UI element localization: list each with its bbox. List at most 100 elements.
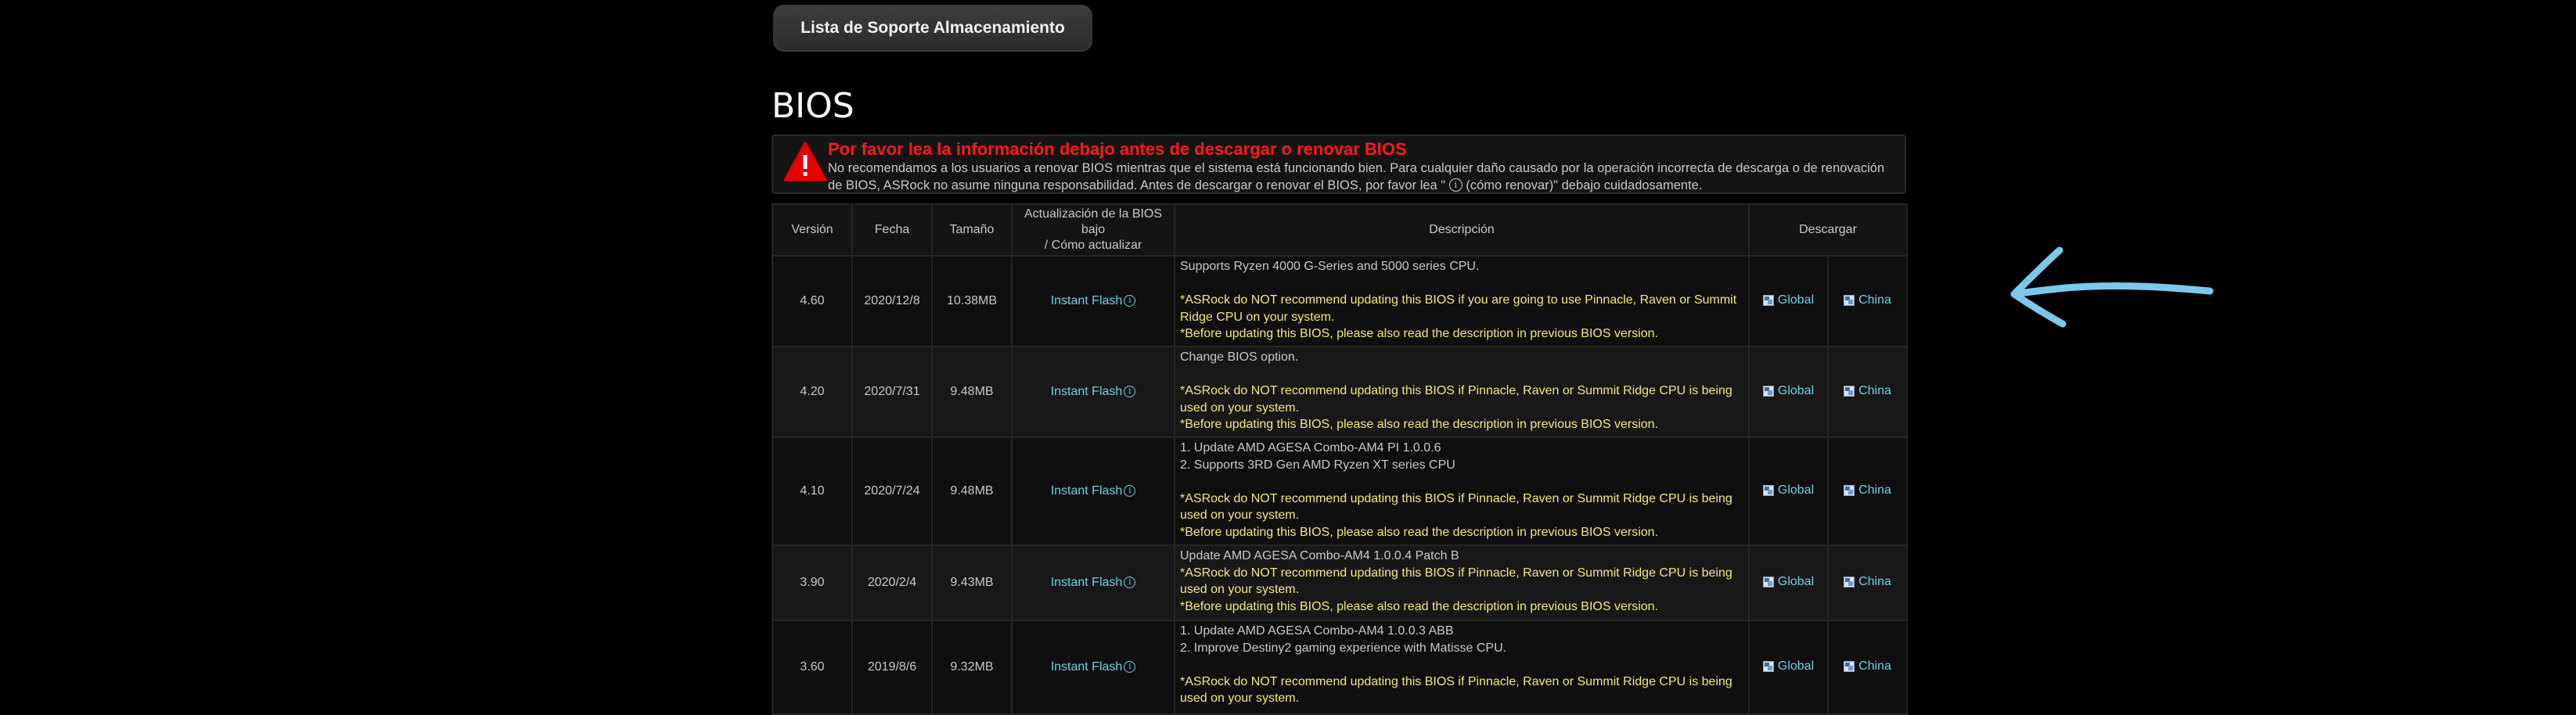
download-china-link[interactable]: China bbox=[1844, 575, 1891, 589]
cell-download-global: Global bbox=[1748, 437, 1829, 546]
header-update-line1: Actualización de la BIOS bbox=[1024, 207, 1163, 221]
download-icon bbox=[1762, 484, 1774, 496]
description-note: *ASRock do NOT recommend updating this B… bbox=[1180, 491, 1732, 523]
header-date: Fecha bbox=[851, 203, 933, 257]
description-line: 2. Improve Destiny2 gaming experience wi… bbox=[1180, 641, 1507, 655]
cell-download-china: China bbox=[1827, 620, 1908, 715]
download-china-link[interactable]: China bbox=[1844, 293, 1891, 307]
download-china-link[interactable]: China bbox=[1844, 659, 1891, 674]
cell-description: 1. Update AMD AGESA Combo-AM4 1.0.0.3 AB… bbox=[1174, 620, 1750, 715]
download-global-label: Global bbox=[1777, 659, 1815, 673]
description-note: *Before updating this BIOS, please also … bbox=[1180, 327, 1659, 340]
download-global-link[interactable]: Global bbox=[1762, 483, 1815, 498]
download-global-label: Global bbox=[1777, 483, 1815, 497]
cell-size: 9.48MB bbox=[931, 437, 1013, 546]
instant-flash-label: Instant Flash bbox=[1050, 576, 1123, 589]
description-line: Supports Ryzen 4000 G-Series and 5000 se… bbox=[1180, 260, 1480, 273]
table-row: 4.60 2020/12/8 10.38MB Instant Flash i Suppor… bbox=[772, 255, 1908, 347]
cell-date: 2019/8/6 bbox=[851, 620, 933, 715]
info-icon: i bbox=[1124, 485, 1136, 497]
download-china-link[interactable]: China bbox=[1844, 384, 1891, 398]
download-icon bbox=[1762, 385, 1774, 397]
table-row: 3.60 2019/8/6 9.32MB Instant Flash i 1. Updat… bbox=[772, 620, 1908, 715]
instant-flash-label: Instant Flash bbox=[1050, 484, 1123, 498]
bios-warning-notice: Por favor lea la información debajo ante… bbox=[772, 135, 1906, 194]
cell-date: 2020/7/24 bbox=[851, 437, 933, 546]
description-line: Change BIOS option. bbox=[1180, 350, 1299, 364]
cell-download-global: Global bbox=[1748, 620, 1829, 715]
description-line: 1. Update AMD AGESA Combo-AM4 PI 1.0.0.6 bbox=[1180, 441, 1441, 455]
cell-download-china: China bbox=[1827, 437, 1908, 546]
description-note: *Before updating this BIOS, please also … bbox=[1180, 525, 1659, 539]
cell-size: 9.32MB bbox=[931, 620, 1013, 715]
instant-flash-link[interactable]: Instant Flash i bbox=[1051, 385, 1136, 398]
download-global-link[interactable]: Global bbox=[1762, 659, 1815, 674]
instant-flash-link[interactable]: Instant Flash i bbox=[1051, 484, 1136, 498]
cell-description: 1. Update AMD AGESA Combo-AM4 PI 1.0.0.6… bbox=[1174, 437, 1750, 546]
download-china-link[interactable]: China bbox=[1844, 483, 1891, 498]
instant-flash-link[interactable]: Instant Flash i bbox=[1051, 576, 1136, 589]
cell-download-china: China bbox=[1827, 346, 1908, 438]
cell-date: 2020/12/8 bbox=[851, 255, 933, 347]
description-line: 1. Update AMD AGESA Combo-AM4 1.0.0.3 AB… bbox=[1180, 624, 1454, 638]
download-icon bbox=[1762, 660, 1774, 672]
info-icon: i bbox=[1124, 661, 1136, 673]
warning-text-part1: No recomendamos a los usuarios a renovar… bbox=[828, 161, 1885, 192]
cell-download-global: Global bbox=[1748, 255, 1829, 347]
description-note: *ASRock do NOT recommend updating this B… bbox=[1180, 384, 1732, 415]
download-icon bbox=[1762, 576, 1774, 587]
description-line: Update AMD AGESA Combo-AM4 1.0.0.4 Patch… bbox=[1180, 549, 1459, 562]
download-icon bbox=[1844, 385, 1855, 397]
warning-title: Por favor lea la información debajo ante… bbox=[828, 139, 1407, 159]
cell-version: 3.60 bbox=[772, 620, 853, 715]
cell-version: 4.20 bbox=[772, 346, 853, 438]
cell-version: 4.10 bbox=[772, 437, 853, 546]
header-update-line2: bajo bbox=[1081, 223, 1106, 236]
warning-text: No recomendamos a los usuarios a renovar… bbox=[828, 160, 1897, 194]
instant-flash-label: Instant Flash bbox=[1050, 294, 1123, 307]
table-header-row: Versión Fecha Tamaño Actualización de la… bbox=[772, 203, 1908, 257]
cell-update-method: Instant Flash i bbox=[1011, 544, 1175, 621]
header-version: Versión bbox=[772, 203, 853, 257]
description-note: *ASRock do NOT recommend updating this B… bbox=[1180, 674, 1732, 706]
download-global-link[interactable]: Global bbox=[1762, 293, 1815, 307]
bios-table: Versión Fecha Tamaño Actualización de la… bbox=[772, 203, 1908, 715]
download-icon bbox=[1844, 660, 1855, 672]
cell-version: 3.90 bbox=[772, 544, 853, 621]
header-size: Tamaño bbox=[931, 203, 1013, 257]
instant-flash-link[interactable]: Instant Flash i bbox=[1051, 294, 1136, 307]
cell-description: Supports Ryzen 4000 G-Series and 5000 se… bbox=[1174, 255, 1750, 347]
cell-date: 2020/2/4 bbox=[851, 544, 933, 621]
description-note: *Before updating this BIOS, please also … bbox=[1180, 418, 1659, 431]
download-china-label: China bbox=[1858, 293, 1891, 307]
cell-download-china: China bbox=[1827, 544, 1908, 621]
download-icon bbox=[1844, 294, 1855, 306]
download-icon bbox=[1844, 484, 1855, 496]
download-icon bbox=[1762, 294, 1774, 306]
download-global-link[interactable]: Global bbox=[1762, 384, 1814, 398]
instant-flash-link[interactable]: Instant Flash i bbox=[1051, 660, 1136, 674]
cell-description: Change BIOS option. *ASRock do NOT recomm… bbox=[1174, 346, 1750, 438]
warning-triangle-icon bbox=[783, 142, 827, 181]
cell-update-method: Instant Flash i bbox=[1011, 255, 1175, 347]
header-description: Descripción bbox=[1174, 203, 1750, 257]
cell-download-global: Global bbox=[1748, 346, 1829, 438]
cell-update-method: Instant Flash i bbox=[1011, 346, 1175, 438]
cell-update-method: Instant Flash i bbox=[1011, 437, 1175, 546]
header-update-method: Actualización de la BIOS bajo / Cómo act… bbox=[1011, 203, 1175, 257]
description-note: *ASRock do NOT recommend updating this B… bbox=[1180, 566, 1732, 597]
download-china-label: China bbox=[1858, 659, 1891, 673]
download-global-label: Global bbox=[1777, 293, 1815, 307]
table-row: 3.90 2020/2/4 9.43MB Instant Flash i Update A… bbox=[772, 544, 1908, 621]
cell-version: 4.60 bbox=[772, 255, 853, 347]
cell-size: 9.43MB bbox=[931, 544, 1013, 621]
description-line: 2. Supports 3RD Gen AMD Ryzen XT series … bbox=[1180, 458, 1455, 472]
header-download: Descargar bbox=[1748, 203, 1908, 257]
download-global-link[interactable]: Global bbox=[1762, 574, 1815, 589]
instant-flash-label: Instant Flash bbox=[1050, 660, 1123, 674]
warning-text-part2: (cómo renovar)" debajo cuidadosamente. bbox=[1462, 178, 1703, 192]
storage-support-list-button[interactable]: Lista de Soporte Almacenamiento bbox=[773, 5, 1092, 52]
annotation-arrow bbox=[2010, 246, 2214, 328]
description-note: *ASRock do NOT recommend updating this B… bbox=[1180, 293, 1737, 324]
download-global-label: Global bbox=[1777, 574, 1815, 588]
